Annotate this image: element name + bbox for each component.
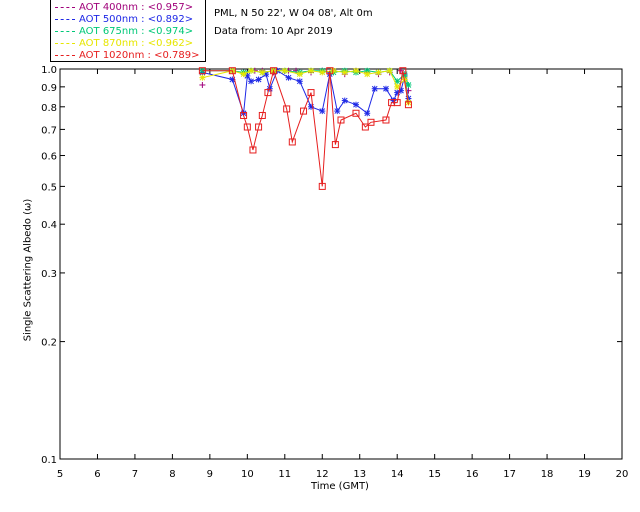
x-tick-label: 5 bbox=[57, 469, 63, 480]
legend-item-675nm: AOT 675nm : <0.974> bbox=[55, 26, 193, 38]
x-tick-label: 9 bbox=[207, 469, 213, 480]
y-tick-label: 0.9 bbox=[41, 83, 57, 94]
data-point bbox=[319, 108, 326, 115]
x-tick-label: 6 bbox=[94, 469, 100, 480]
data-point bbox=[259, 69, 266, 76]
series-layer bbox=[198, 67, 412, 190]
y-tick-label: 0.5 bbox=[41, 182, 57, 193]
data-point bbox=[364, 71, 371, 78]
y-tick-label: 1.0 bbox=[41, 65, 57, 76]
y-axis-label: Single Scattering Albedo (ω) bbox=[22, 198, 34, 342]
data-point bbox=[352, 67, 359, 74]
x-tick-label: 16 bbox=[466, 469, 479, 480]
plot-frame bbox=[59, 68, 623, 460]
data-point bbox=[382, 85, 389, 92]
legend-item-870nm: AOT 870nm : <0.962> bbox=[55, 38, 193, 50]
x-tick-label: 14 bbox=[391, 469, 404, 480]
legend-swatch-870nm bbox=[55, 42, 75, 44]
legend-swatch-400nm bbox=[55, 6, 75, 8]
legend: AOT 400nm : <0.957> AOT 500nm : <0.892> … bbox=[50, 0, 206, 62]
series-line bbox=[202, 68, 409, 187]
chart-svg: 5 6 7 8 9 10 11 12 13 14 15 16 17 18 19 20 0.1 0.2 0.3 0.4 0… bbox=[41, 65, 628, 480]
y-tick-label: 0.3 bbox=[41, 269, 57, 280]
data-point bbox=[199, 81, 206, 88]
y-tick-label: 0.4 bbox=[41, 220, 57, 231]
data-point bbox=[248, 78, 255, 85]
x-tick-label: 15 bbox=[428, 469, 441, 480]
legend-label-500nm: AOT 500nm : <0.892> bbox=[79, 14, 194, 25]
legend-label-675nm: AOT 675nm : <0.974> bbox=[79, 26, 194, 37]
axes bbox=[59, 68, 623, 460]
x-tick-label: 20 bbox=[616, 469, 629, 480]
data-point bbox=[319, 69, 326, 76]
legend-item-1020nm: AOT 1020nm : <0.789> bbox=[55, 50, 199, 62]
x-tick-label: 7 bbox=[132, 469, 138, 480]
legend-item-400nm: AOT 400nm : <0.957> bbox=[55, 2, 193, 14]
y-tick-label: 0.8 bbox=[41, 103, 57, 114]
series-4 bbox=[198, 67, 412, 190]
data-point bbox=[308, 67, 315, 74]
data-point bbox=[371, 85, 378, 92]
legend-swatch-675nm bbox=[55, 30, 75, 32]
x-axis-label: Time (GMT) bbox=[311, 481, 369, 492]
x-tick-label: 12 bbox=[316, 469, 329, 480]
x-tick-label: 17 bbox=[503, 469, 516, 480]
data-point bbox=[375, 69, 382, 76]
y-tick-label: 0.1 bbox=[41, 455, 57, 466]
x-tick-label: 10 bbox=[241, 469, 254, 480]
x-tick-label: 18 bbox=[541, 469, 554, 480]
data-point bbox=[255, 76, 262, 83]
data-point bbox=[330, 67, 337, 74]
legend-swatch-500nm bbox=[55, 18, 75, 20]
data-point bbox=[341, 69, 348, 76]
data-point bbox=[296, 71, 303, 78]
x-tick-label: 11 bbox=[278, 469, 291, 480]
series-1 bbox=[199, 67, 412, 117]
data-point bbox=[281, 67, 288, 74]
data-point bbox=[285, 74, 292, 81]
x-tick-label: 19 bbox=[578, 469, 591, 480]
y-tick-label: 0.6 bbox=[41, 152, 57, 163]
legend-item-500nm: AOT 500nm : <0.892> bbox=[55, 14, 193, 26]
x-tick-label: 13 bbox=[353, 469, 366, 480]
data-point bbox=[296, 78, 303, 85]
date-text: Data from: 10 Apr 2019 bbox=[214, 26, 333, 37]
legend-label-1020nm: AOT 1020nm : <0.789> bbox=[79, 50, 200, 61]
data-point bbox=[364, 110, 371, 117]
legend-label-400nm: AOT 400nm : <0.957> bbox=[79, 2, 194, 13]
axis-ticks: 5 6 7 8 9 10 11 12 13 14 15 16 17 18 19 20 0.1 0.2 0.3 0.4 0… bbox=[41, 65, 628, 480]
y-tick-label: 0.2 bbox=[41, 338, 57, 349]
data-point bbox=[352, 101, 359, 108]
location-text: PML, N 50 22', W 04 08', Alt 0m bbox=[214, 8, 373, 19]
data-point bbox=[386, 67, 393, 74]
legend-swatch-1020nm bbox=[55, 54, 75, 56]
data-point bbox=[248, 67, 255, 74]
legend-label-870nm: AOT 870nm : <0.962> bbox=[79, 38, 194, 49]
data-point bbox=[240, 71, 247, 78]
y-tick-label: 0.7 bbox=[41, 125, 57, 136]
data-point bbox=[334, 108, 341, 115]
x-tick-label: 8 bbox=[169, 469, 175, 480]
data-point bbox=[341, 97, 348, 104]
data-point bbox=[199, 74, 206, 81]
